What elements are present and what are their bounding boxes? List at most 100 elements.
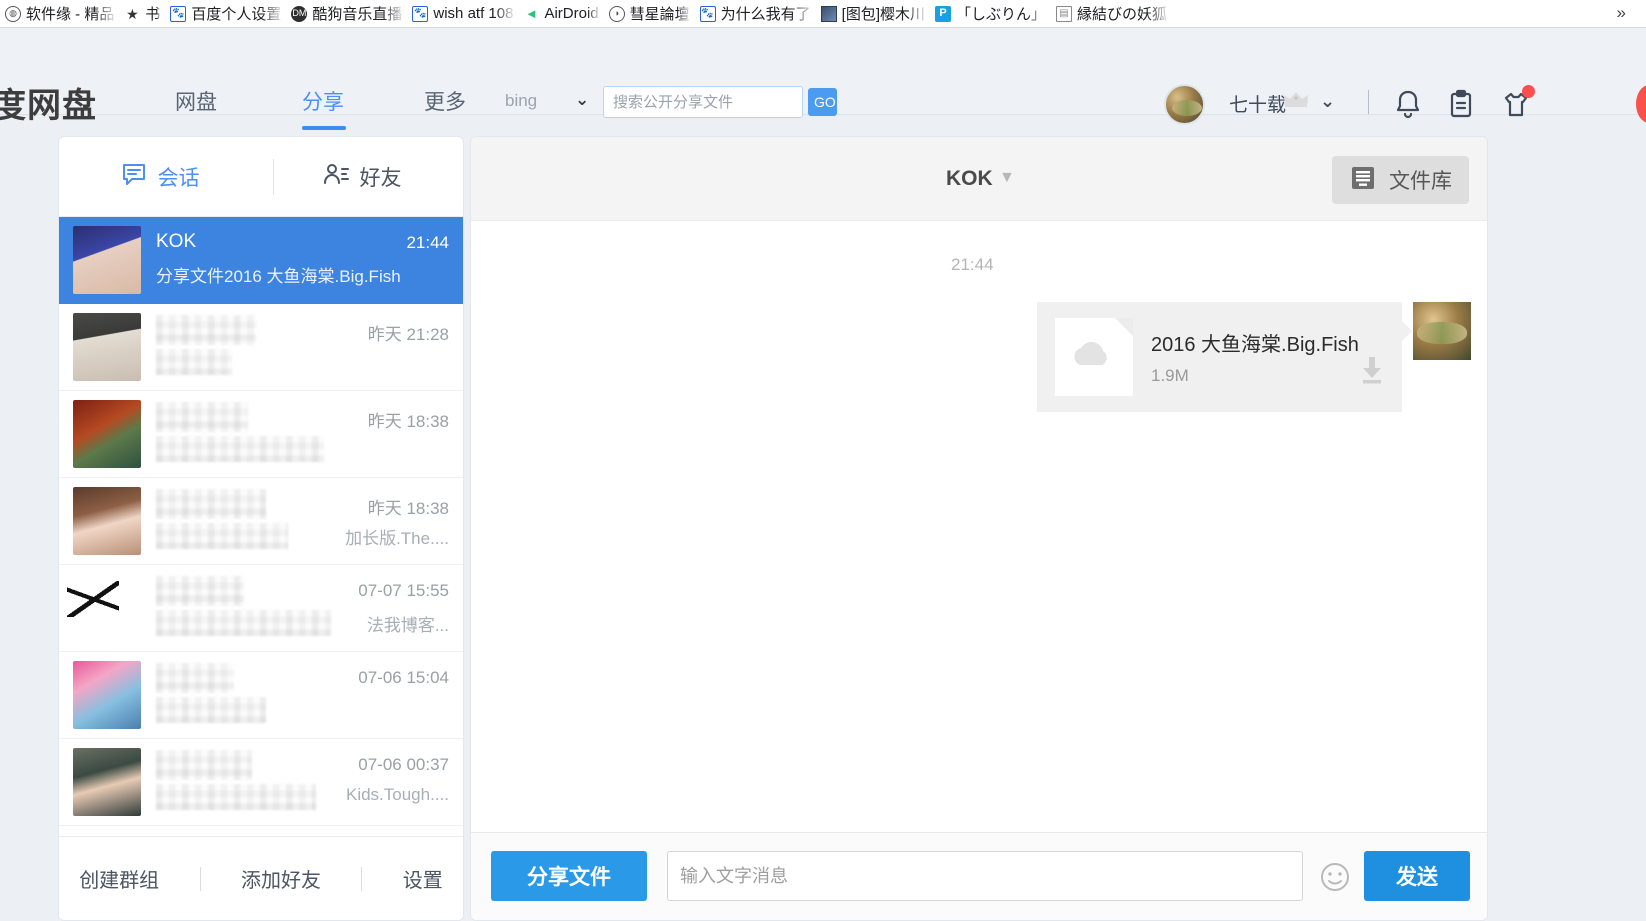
- tshirt-icon[interactable]: [1500, 88, 1532, 120]
- chevron-down-icon[interactable]: ▼: [999, 169, 1015, 187]
- comet-icon: ◑: [609, 6, 625, 22]
- bookmark-item[interactable]: ★ 书: [121, 1, 167, 27]
- conversation-snippet: 法我博客...: [367, 611, 449, 636]
- chat-message-area: 21:44 2016 大鱼海棠.Big.Fish 1.9M: [471, 221, 1487, 833]
- avatar: [73, 400, 141, 468]
- tab-friends[interactable]: 好友: [261, 137, 463, 216]
- nav-item-share[interactable]: 分享: [302, 86, 344, 116]
- conversation-snippet: Kids.Tough....: [346, 785, 449, 805]
- chat-composer: 分享文件 发送: [471, 832, 1487, 920]
- conversation-item[interactable]: 昨天 18:38: [59, 391, 463, 478]
- nav-item-more[interactable]: 更多: [424, 86, 466, 116]
- conversation-item[interactable]: 昨天 18:38 加长版.The....: [59, 478, 463, 565]
- avatar: [1413, 302, 1471, 360]
- share-file-button[interactable]: 分享文件: [491, 851, 647, 901]
- bookmark-item[interactable]: DM 酷狗音乐直播: [288, 1, 409, 27]
- doc-icon: ▤: [1056, 6, 1072, 22]
- tab-conversations[interactable]: 会话: [59, 137, 261, 216]
- bookmark-item[interactable]: 🐾 为什么我有了: [697, 1, 818, 27]
- image-icon: [821, 6, 837, 22]
- calligraphy-mark-icon: [73, 581, 119, 617]
- chat-icon: [121, 161, 147, 193]
- user-menu-chevron-icon[interactable]: ⌄: [1320, 91, 1335, 112]
- avatar: [73, 226, 141, 294]
- conversation-item[interactable]: 07-06 00:37 Kids.Tough....: [59, 739, 463, 826]
- conversation-item[interactable]: 07-06 15:04: [59, 652, 463, 739]
- smiley-icon[interactable]: [1319, 861, 1351, 893]
- search-go-button[interactable]: GO: [808, 88, 837, 116]
- search-engine-label[interactable]: bing: [505, 91, 537, 111]
- add-friend-button[interactable]: 添加好友: [241, 864, 321, 893]
- notification-badge: [1522, 85, 1535, 98]
- censored-preview: [156, 610, 331, 636]
- bookmarks-overflow-button[interactable]: »: [1611, 3, 1632, 23]
- footer-divider: [200, 867, 201, 891]
- create-group-button[interactable]: 创建群组: [79, 864, 159, 893]
- kugou-icon: DM: [291, 6, 307, 22]
- conversation-time: 昨天 21:28: [368, 320, 449, 345]
- conversation-item-kok[interactable]: KOK 分享文件2016 大鱼海棠.Big.Fish 21:44: [59, 217, 463, 304]
- avatar[interactable]: [1164, 84, 1205, 125]
- nav-item-wangpan[interactable]: 网盘: [175, 86, 217, 116]
- user-name-label[interactable]: 七十载: [1229, 90, 1286, 117]
- censored-name: [156, 402, 248, 432]
- bookmark-label: [图包]樱木川: [842, 3, 925, 24]
- download-icon[interactable]: [1359, 356, 1385, 384]
- bookmark-item[interactable]: ▤ 縁結びの妖狐: [1053, 1, 1174, 27]
- chevron-down-icon[interactable]: ⌄: [575, 90, 589, 110]
- bookmark-label: 「しぶりん」: [956, 3, 1046, 24]
- conversation-time: 昨天 18:38: [368, 407, 449, 432]
- bell-icon[interactable]: [1392, 88, 1424, 120]
- censored-name: [156, 315, 256, 345]
- site-logo[interactable]: 度网盘: [0, 78, 97, 127]
- baidu-icon: 🐾: [700, 6, 716, 22]
- censored-preview: [156, 523, 288, 549]
- search-input[interactable]: [603, 86, 803, 118]
- baidu-icon: 🐾: [412, 6, 428, 22]
- tab-friends-label: 好友: [360, 162, 402, 192]
- conversation-list: KOK 分享文件2016 大鱼海棠.Big.Fish 21:44 昨天 21:2…: [59, 217, 463, 826]
- conversation-preview: 分享文件2016 大鱼海棠.Big.Fish: [156, 262, 401, 287]
- bookmark-label: 彗星論壇: [630, 3, 690, 24]
- conversation-item[interactable]: 昨天 21:28: [59, 304, 463, 391]
- tab-conversations-label: 会话: [158, 162, 200, 192]
- send-button[interactable]: 发送: [1364, 851, 1470, 901]
- crown-icon: [1283, 90, 1309, 110]
- bookmark-item[interactable]: P 「しぶりん」: [932, 1, 1053, 27]
- friends-icon: [323, 161, 349, 193]
- conversation-time: 07-06 00:37: [358, 755, 449, 775]
- bookmark-item[interactable]: ◍ 软件缘 - 精品: [2, 1, 121, 27]
- message-timestamp: 21:44: [951, 255, 994, 275]
- bookmark-label: 縁結びの妖狐: [1077, 3, 1167, 24]
- censored-preview: [156, 349, 232, 375]
- site-header: 度网盘 网盘 分享 更多 bing ⌄ GO 七十载 ⌄: [0, 28, 1646, 115]
- header-divider: [1368, 90, 1369, 114]
- censored-preview: [156, 784, 316, 810]
- file-library-button[interactable]: 文件库: [1332, 156, 1469, 204]
- conversation-time: 21:44: [406, 233, 449, 253]
- tabs-divider: [273, 159, 274, 195]
- clipboard-icon[interactable]: [1445, 88, 1477, 120]
- globe-icon: ◍: [5, 6, 21, 22]
- file-message-bubble[interactable]: 2016 大鱼海棠.Big.Fish 1.9M: [1037, 302, 1402, 412]
- footer-divider: [361, 867, 362, 891]
- chat-panel: KOK ▼ 文件库 21:44: [470, 136, 1488, 921]
- bookmark-item[interactable]: 🐾 wish atf 108: [409, 1, 520, 27]
- censored-name: [156, 750, 252, 780]
- censored-preview: [156, 697, 266, 723]
- conversation-name: KOK: [156, 231, 196, 253]
- conversation-item[interactable]: 07-07 15:55 法我博客...: [59, 565, 463, 652]
- bookmark-item[interactable]: ◑ 彗星論壇: [606, 1, 697, 27]
- censored-name: [156, 489, 266, 519]
- airdroid-icon: ◄: [523, 6, 539, 22]
- conversation-time: 07-06 15:04: [358, 668, 449, 688]
- bookmark-item[interactable]: ◄ AirDroid: [520, 1, 605, 27]
- message-input[interactable]: [667, 851, 1303, 901]
- bookmark-item[interactable]: 🐾 百度个人设置: [167, 1, 288, 27]
- settings-button[interactable]: 设置: [403, 864, 443, 893]
- file-library-label: 文件库: [1389, 165, 1452, 195]
- bookmark-item[interactable]: [图包]樱木川: [818, 1, 932, 27]
- message-row-outgoing: 2016 大鱼海棠.Big.Fish 1.9M: [1037, 302, 1471, 412]
- avatar: [73, 661, 141, 729]
- censored-name: [156, 663, 234, 693]
